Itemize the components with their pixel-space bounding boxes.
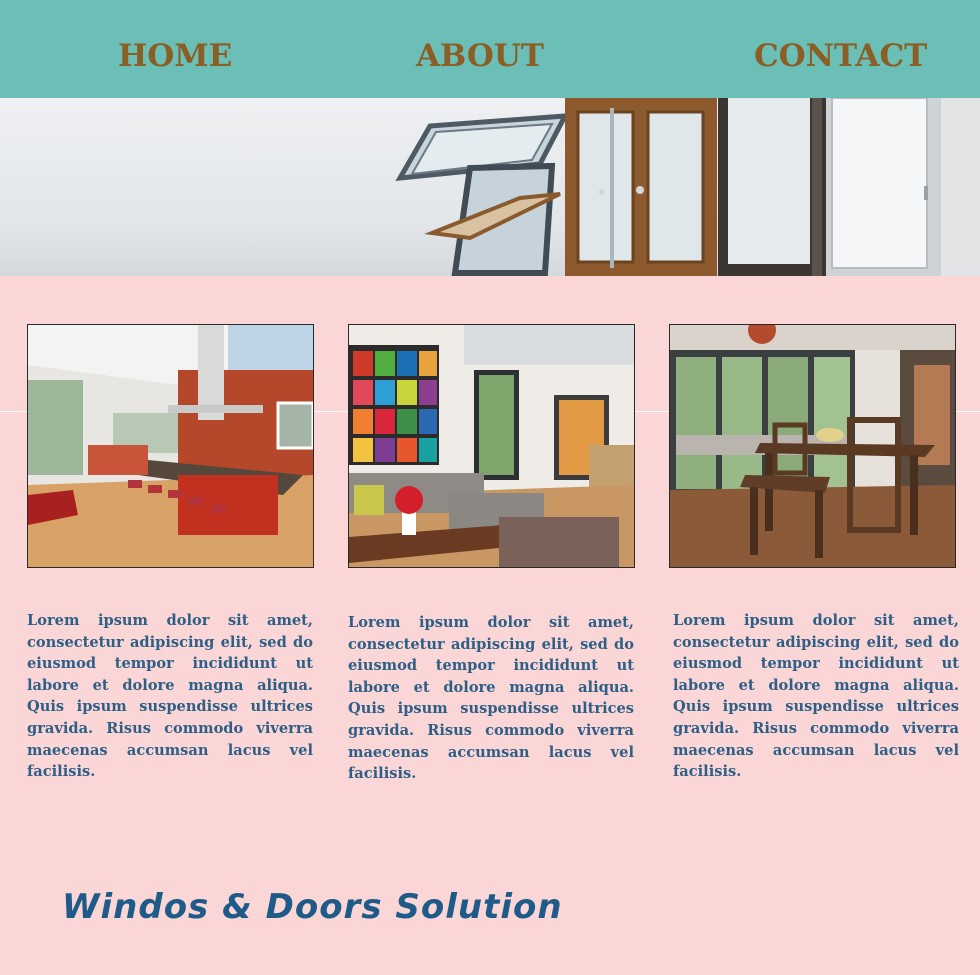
card-description-3: Lorem ipsum dolor sit amet, consectetur … [673,612,959,781]
nav-about-link[interactable]: ABOUT [416,36,544,76]
windows-doors-illustration [395,98,980,276]
hero-banner-image [0,98,980,276]
top-nav: HOME ABOUT CONTACT [0,0,980,98]
dining-room-photo [669,324,956,568]
tilt-window-bottom [424,162,561,276]
nav-home-link[interactable]: HOME [118,36,232,76]
card-description-1: Lorem ipsum dolor sit amet, consectetur … [27,612,313,781]
footer-brand-title: Windos & Doors Solution [62,887,563,927]
nav-contact-link[interactable]: CONTACT [754,36,927,76]
card-description-2: Lorem ipsum dolor sit amet, consectetur … [348,614,634,783]
living-room-photo [348,324,635,568]
white-door-frame [826,98,980,276]
kitchen-photo [27,324,314,568]
wooden-window-frame [565,98,717,276]
aluminium-door-frame [718,98,828,276]
